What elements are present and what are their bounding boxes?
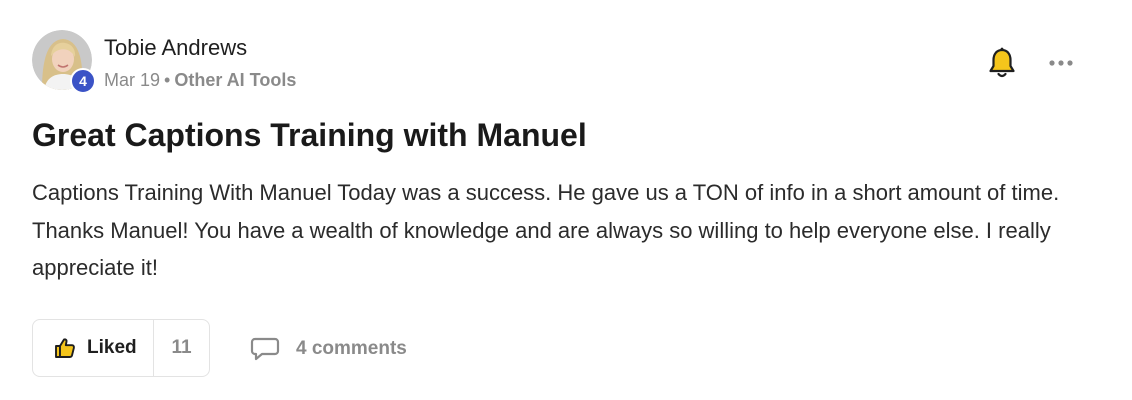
comment-bubble-icon bbox=[250, 337, 280, 361]
thumbs-up-icon bbox=[55, 338, 75, 358]
post-card: 4 Tobie Andrews Mar 19 • Other AI Tools Gr… bbox=[0, 0, 1132, 400]
like-group: Liked 11 bbox=[32, 319, 210, 377]
like-label: Liked bbox=[87, 337, 137, 358]
author-avatar[interactable]: 4 bbox=[32, 30, 96, 94]
like-button[interactable]: Liked bbox=[33, 320, 154, 376]
post-meta: Mar 19 • Other AI Tools bbox=[104, 68, 296, 92]
level-badge: 4 bbox=[70, 68, 96, 94]
post-title: Great Captions Training with Manuel bbox=[32, 117, 587, 153]
bell-icon[interactable] bbox=[986, 46, 1018, 80]
post-body: Captions Training With Manuel Today was … bbox=[32, 180, 1060, 280]
comments-button[interactable]: 4 comments bbox=[250, 333, 407, 365]
more-options-icon[interactable] bbox=[1044, 50, 1078, 76]
post-date: Mar 19 bbox=[104, 70, 161, 90]
like-count[interactable]: 11 bbox=[154, 320, 209, 376]
author-name[interactable]: Tobie Andrews bbox=[104, 34, 247, 62]
post-category[interactable]: Other AI Tools bbox=[174, 70, 296, 90]
comments-label: 4 comments bbox=[296, 338, 407, 359]
meta-separator: • bbox=[164, 70, 171, 90]
